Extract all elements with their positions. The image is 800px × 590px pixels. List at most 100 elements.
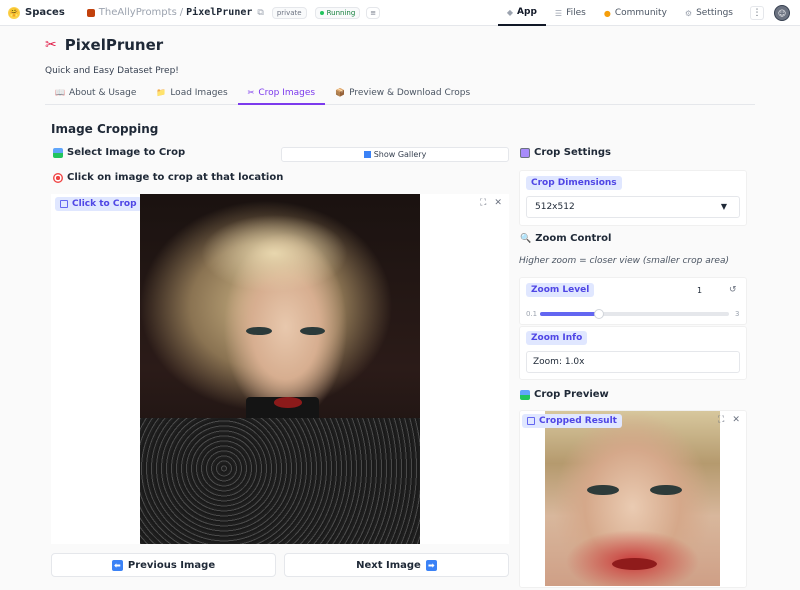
- nav-files[interactable]: ☰ Files: [546, 0, 595, 26]
- visibility-badge: private: [271, 6, 307, 19]
- badge-text: Click to Crop: [72, 199, 137, 209]
- nav-settings-label: Settings: [696, 8, 733, 18]
- crop-preview-title: Crop Preview: [520, 389, 609, 400]
- zoom-hint: Higher zoom = closer view (smaller crop …: [519, 256, 729, 266]
- status-text: Running: [326, 8, 356, 17]
- next-image-label: Next Image: [356, 559, 421, 571]
- zoom-min-label: 0.1: [526, 310, 538, 318]
- picture-icon: [53, 147, 63, 158]
- tab-label: Preview & Download Crops: [349, 88, 471, 98]
- crop-dimensions-label: Crop Dimensions: [526, 176, 622, 190]
- spaces-link[interactable]: Spaces: [25, 7, 65, 18]
- show-gallery-label: Show Gallery: [373, 150, 427, 159]
- tab-preview-download[interactable]: 📦 Preview & Download Crops: [325, 86, 480, 105]
- nav-settings[interactable]: ⚙ Settings: [676, 0, 742, 26]
- zoom-slider-thumb[interactable]: [593, 309, 604, 319]
- crop-settings-text: Crop Settings: [534, 147, 611, 158]
- image-detail: [587, 484, 619, 495]
- cropped-result-badge: Cropped Result: [522, 414, 622, 428]
- zoom-slider[interactable]: [540, 309, 729, 319]
- click-to-crop-badge: Click to Crop: [55, 197, 142, 211]
- zoom-max-label: 3: [735, 310, 740, 318]
- click-to-crop-label: Click on image to crop at that location: [53, 172, 283, 183]
- picture-icon: [520, 389, 530, 400]
- fullscreen-icon[interactable]: ⛶: [480, 198, 486, 208]
- owner-link[interactable]: TheAllyPrompts: [99, 7, 177, 18]
- image-detail: [299, 327, 325, 336]
- crop-settings-title: Crop Settings: [520, 147, 611, 158]
- space-menu-icon[interactable]: ≡: [366, 6, 381, 19]
- gallery-icon: [363, 151, 371, 158]
- page-title: ✂ PixelPruner: [45, 36, 163, 54]
- package-icon: 📦: [335, 88, 346, 97]
- image-icon: [60, 200, 68, 208]
- zoom-info-field: Zoom: 1.0x: [526, 351, 740, 373]
- tab-label: About & Usage: [68, 88, 137, 98]
- click-to-crop-text: Click on image to crop at that location: [67, 172, 284, 183]
- owner-avatar-icon: [86, 8, 95, 17]
- image-tools: ⛶ ✕: [480, 198, 502, 208]
- status-badge[interactable]: Running: [314, 6, 361, 19]
- tab-about-usage[interactable]: 📖 About & Usage: [45, 86, 146, 105]
- image-detail: [611, 558, 657, 571]
- arrow-right-icon: ➡: [425, 559, 437, 571]
- image-detail: [650, 484, 682, 495]
- reset-icon[interactable]: ↺: [729, 285, 737, 295]
- previous-image-button[interactable]: ⬅ Previous Image: [51, 553, 276, 577]
- path-separator: /: [179, 7, 184, 18]
- settings-square-icon: [520, 147, 530, 158]
- crop-dimensions-dropdown[interactable]: 512x512 ▼: [526, 196, 740, 218]
- cropped-result-text: Cropped Result: [539, 416, 617, 426]
- next-image-button[interactable]: Next Image ➡: [284, 553, 509, 577]
- tab-load-images[interactable]: 📁 Load Images: [146, 86, 237, 105]
- tab-crop-images[interactable]: ✂ Crop Images: [237, 86, 326, 105]
- zoom-level-value[interactable]: 1: [697, 286, 702, 295]
- crop-preview-text: Crop Preview: [534, 389, 609, 400]
- select-image-text: Select Image to Crop: [67, 147, 186, 158]
- crop-image-panel: Click to Crop ⛶ ✕: [51, 194, 509, 544]
- nav-files-label: Files: [566, 8, 586, 18]
- zoom-control-text: Zoom Control: [535, 233, 612, 244]
- magnifier-icon: 🔍: [520, 233, 532, 244]
- page-subtitle: Quick and Easy Dataset Prep!: [45, 66, 179, 76]
- image-detail: [246, 327, 272, 336]
- folder-icon: 📁: [156, 88, 167, 97]
- tab-label: Crop Images: [258, 88, 316, 98]
- status-dot-icon: [319, 10, 324, 15]
- image-detail: [140, 418, 420, 544]
- source-image[interactable]: [140, 194, 420, 544]
- nav-app-label: App: [517, 7, 537, 17]
- close-icon[interactable]: ✕: [732, 415, 740, 425]
- top-nav-bar: 🤗 Spaces TheAllyPrompts / PixelPruner ⧉ …: [0, 0, 800, 26]
- nav-community-label: Community: [614, 8, 667, 18]
- more-options-button[interactable]: ⋮: [750, 6, 764, 20]
- book-icon: 📖: [55, 88, 65, 97]
- gear-icon: ⚙: [684, 8, 693, 18]
- copy-icon[interactable]: ⧉: [257, 8, 263, 18]
- app-icon: ◆: [506, 7, 514, 17]
- crop-dimensions-value: 512x512: [535, 202, 575, 212]
- cropped-result-image: [545, 411, 720, 586]
- user-avatar[interactable]: ☺: [774, 5, 790, 21]
- scissors-icon: ✂: [45, 37, 57, 53]
- target-icon: [53, 172, 63, 183]
- scissors-icon: ✂: [247, 88, 255, 97]
- preview-tools: ⛶ ✕: [718, 415, 740, 425]
- nav-community[interactable]: ● Community: [595, 0, 676, 26]
- image-icon: [527, 417, 535, 425]
- tab-bar: 📖 About & Usage 📁 Load Images ✂ Crop Images…: [45, 86, 755, 105]
- tab-label: Load Images: [170, 88, 228, 98]
- page-title-text: PixelPruner: [64, 36, 164, 54]
- files-icon: ☰: [554, 8, 563, 18]
- previous-image-label: Previous Image: [127, 559, 216, 571]
- show-gallery-button[interactable]: Show Gallery: [281, 147, 509, 162]
- section-title: Image Cropping: [51, 122, 159, 136]
- nav-app[interactable]: ◆ App: [497, 0, 546, 26]
- close-icon[interactable]: ✕: [494, 198, 502, 208]
- repo-name-link[interactable]: PixelPruner: [186, 7, 252, 18]
- space-nav: ◆ App ☰ Files ● Community ⚙ Settings ⋮ ☺: [497, 0, 800, 26]
- fullscreen-icon[interactable]: ⛶: [718, 415, 724, 425]
- zoom-level-label: Zoom Level: [526, 283, 595, 297]
- hugging-face-logo-icon[interactable]: 🤗: [8, 6, 20, 19]
- zoom-control-title: 🔍 Zoom Control: [520, 233, 611, 244]
